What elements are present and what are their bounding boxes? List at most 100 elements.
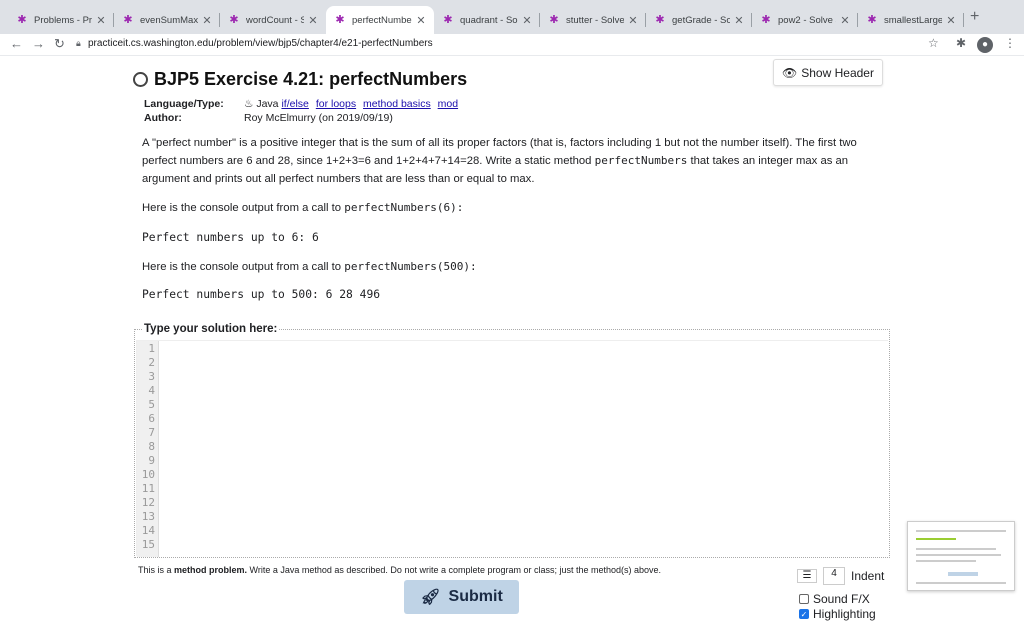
back-icon[interactable]: ← bbox=[10, 36, 23, 51]
close-icon[interactable]: ✕ bbox=[628, 14, 638, 27]
console-intro-text-1: Here is the console output from a call t… bbox=[142, 202, 345, 214]
close-icon[interactable]: ✕ bbox=[840, 14, 850, 27]
highlighting-option[interactable]: ✓ Highlighting bbox=[799, 607, 876, 621]
line-number: 3 bbox=[148, 370, 155, 383]
close-icon[interactable]: ✕ bbox=[96, 14, 106, 27]
line-number: 8 bbox=[148, 440, 155, 453]
browser-toolbar: ← → ↻ 🔒︎ practiceit.cs.washington.edu/pr… bbox=[0, 34, 1024, 56]
indent-icon[interactable]: ☰ bbox=[797, 569, 817, 583]
forward-icon[interactable]: → bbox=[32, 36, 45, 51]
method-note-bold: method problem. bbox=[174, 565, 248, 575]
indent-label: Indent bbox=[851, 569, 885, 583]
sound-fx-option[interactable]: Sound F/X bbox=[799, 592, 870, 606]
solution-legend: Type your solution here: bbox=[142, 323, 280, 335]
profile-avatar[interactable]: ● bbox=[977, 37, 993, 53]
problem-description: A "perfect number" is a positive integer… bbox=[142, 134, 882, 188]
rocket-icon: 🚀︎ bbox=[420, 589, 441, 606]
tab-title: getGrade - Sol bbox=[672, 14, 730, 26]
tab-stutter[interactable]: ✱ stutter - Solve ✕ bbox=[540, 6, 646, 34]
console-call-1: perfectNumbers(6): bbox=[344, 201, 464, 214]
tab-perfectnumbers[interactable]: ✱ perfectNumbe ✕ bbox=[326, 6, 434, 34]
code-editor[interactable]: 1 2 3 4 5 6 7 8 9 10 11 12 13 14 15 bbox=[136, 340, 889, 557]
line-number: 10 bbox=[141, 468, 155, 481]
menu-kebab-icon[interactable]: ⋮ bbox=[1004, 36, 1016, 50]
puzzle-favicon-icon: ✱ bbox=[549, 14, 559, 26]
line-number: 15 bbox=[141, 538, 155, 551]
close-icon[interactable]: ✕ bbox=[202, 14, 212, 27]
line-number: 12 bbox=[141, 496, 155, 509]
thumbnail-line bbox=[916, 560, 976, 562]
highlighting-label: Highlighting bbox=[813, 607, 876, 621]
indent-size-input[interactable]: 4 bbox=[823, 567, 845, 585]
thumbnail-line bbox=[916, 530, 1006, 532]
close-icon[interactable]: ✕ bbox=[946, 14, 956, 27]
line-number: 9 bbox=[148, 454, 155, 467]
problem-title-row: BJP5 Exercise 4.21: perfectNumbers bbox=[133, 69, 467, 90]
sound-fx-checkbox[interactable] bbox=[799, 594, 809, 604]
submit-label: Submit bbox=[448, 588, 503, 605]
thumbnail-line bbox=[916, 554, 1001, 556]
tab-pow2[interactable]: ✱ pow2 - Solve a ✕ bbox=[752, 6, 858, 34]
highlighting-checkbox[interactable]: ✓ bbox=[799, 609, 809, 619]
thumbnail-line bbox=[916, 538, 956, 540]
tab-evensummax[interactable]: ✱ evenSumMax ✕ bbox=[114, 6, 220, 34]
page-title: BJP5 Exercise 4.21: perfectNumbers bbox=[154, 69, 468, 89]
bookmark-star-icon[interactable]: ☆ bbox=[928, 36, 939, 50]
method-note-suffix: Write a Java method as described. Do not… bbox=[247, 565, 662, 575]
console-output-2: Perfect numbers up to 500: 6 28 496 bbox=[142, 288, 381, 301]
tab-getgrade[interactable]: ✱ getGrade - Sol ✕ bbox=[646, 6, 752, 34]
tab-quadrant[interactable]: ✱ quadrant - Sol ✕ bbox=[434, 6, 540, 34]
console-call-2: perfectNumbers(500): bbox=[344, 260, 477, 273]
thumbnail-line bbox=[916, 582, 1006, 584]
tab-title: Problems - Pra bbox=[34, 14, 92, 26]
tag-link-if-else[interactable]: if/else bbox=[281, 98, 308, 110]
reload-icon[interactable]: ↻ bbox=[54, 36, 65, 52]
new-tab-button[interactable]: + bbox=[970, 8, 979, 26]
show-header-label: Show Header bbox=[801, 65, 874, 80]
close-icon[interactable]: ✕ bbox=[734, 14, 744, 27]
author-value: Roy McElmurry (on 2019/09/19) bbox=[244, 112, 393, 124]
thumbnail-line bbox=[916, 548, 996, 550]
console-intro-2: Here is the console output from a call t… bbox=[142, 260, 477, 273]
puzzle-favicon-icon: ✱ bbox=[867, 14, 877, 26]
method-note-prefix: This is a bbox=[138, 565, 175, 575]
close-icon[interactable]: ✕ bbox=[416, 14, 426, 27]
lock-icon[interactable]: 🔒︎ bbox=[76, 38, 81, 49]
code-textarea[interactable] bbox=[159, 341, 889, 557]
eye-icon: 👁︎ bbox=[782, 65, 798, 80]
author-label: Author: bbox=[144, 112, 182, 124]
line-number: 11 bbox=[141, 482, 155, 495]
tab-title: smallestLarge bbox=[884, 14, 942, 26]
submit-button[interactable]: 🚀︎ Submit bbox=[404, 580, 519, 614]
line-number: 6 bbox=[148, 412, 155, 425]
console-intro-1: Here is the console output from a call t… bbox=[142, 201, 463, 214]
line-number: 14 bbox=[141, 524, 155, 537]
line-number: 2 bbox=[148, 356, 155, 369]
show-header-button[interactable]: 👁︎ Show Header bbox=[773, 59, 883, 86]
tab-wordcount[interactable]: ✱ wordCount - S ✕ bbox=[220, 6, 326, 34]
close-icon[interactable]: ✕ bbox=[308, 14, 318, 27]
tag-link-mod[interactable]: mod bbox=[438, 98, 458, 110]
java-icon: ♨︎ bbox=[244, 98, 254, 110]
tab-title: stutter - Solve bbox=[566, 14, 624, 26]
tab-smallestlarger[interactable]: ✱ smallestLarge ✕ bbox=[858, 6, 964, 34]
extensions-icon[interactable]: ✱ bbox=[956, 36, 966, 50]
line-number-gutter: 1 2 3 4 5 6 7 8 9 10 11 12 13 14 15 bbox=[137, 341, 159, 557]
tab-separator bbox=[963, 13, 964, 27]
description-method-name: perfectNumbers bbox=[594, 154, 688, 167]
tag-link-method-basics[interactable]: method basics bbox=[363, 98, 431, 110]
page-preview-thumbnail[interactable] bbox=[907, 521, 1015, 591]
tab-problems[interactable]: ✱ Problems - Pra ✕ bbox=[8, 6, 114, 34]
sound-fx-label: Sound F/X bbox=[813, 592, 870, 606]
address-bar[interactable]: practiceit.cs.washington.edu/problem/vie… bbox=[88, 38, 433, 49]
console-output-1: Perfect numbers up to 6: 6 bbox=[142, 231, 319, 244]
console-intro-text-2: Here is the console output from a call t… bbox=[142, 261, 345, 273]
tag-link-for-loops[interactable]: for loops bbox=[316, 98, 356, 110]
thumbnail-line bbox=[948, 572, 978, 576]
language-name: Java bbox=[256, 98, 279, 110]
close-icon[interactable]: ✕ bbox=[522, 14, 532, 27]
line-number: 1 bbox=[148, 342, 155, 355]
puzzle-favicon-icon: ✱ bbox=[655, 14, 665, 26]
puzzle-favicon-icon: ✱ bbox=[229, 14, 239, 26]
puzzle-favicon-icon: ✱ bbox=[761, 14, 771, 26]
